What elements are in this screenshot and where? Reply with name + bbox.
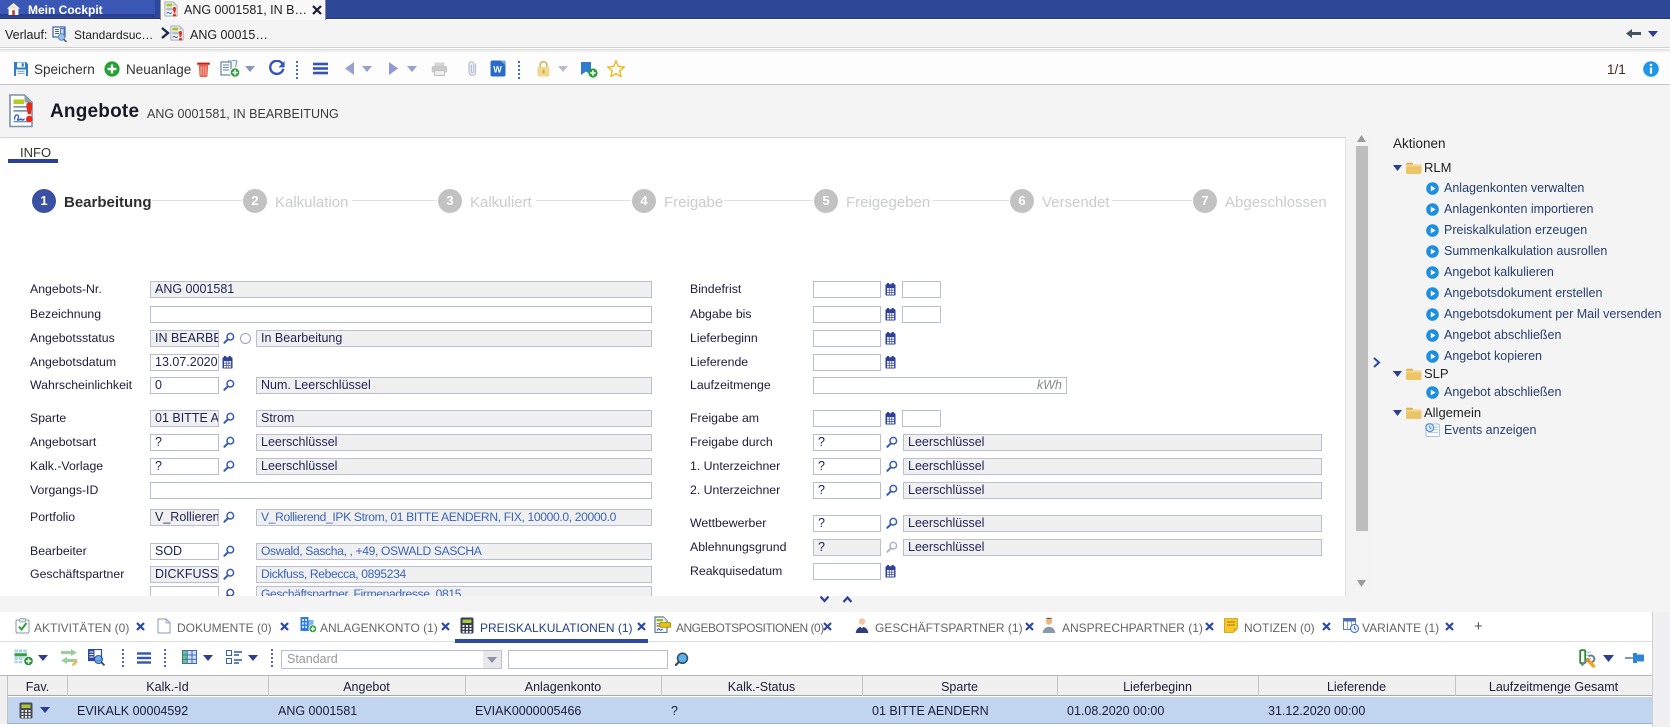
svg-text:W: W <box>493 65 502 75</box>
